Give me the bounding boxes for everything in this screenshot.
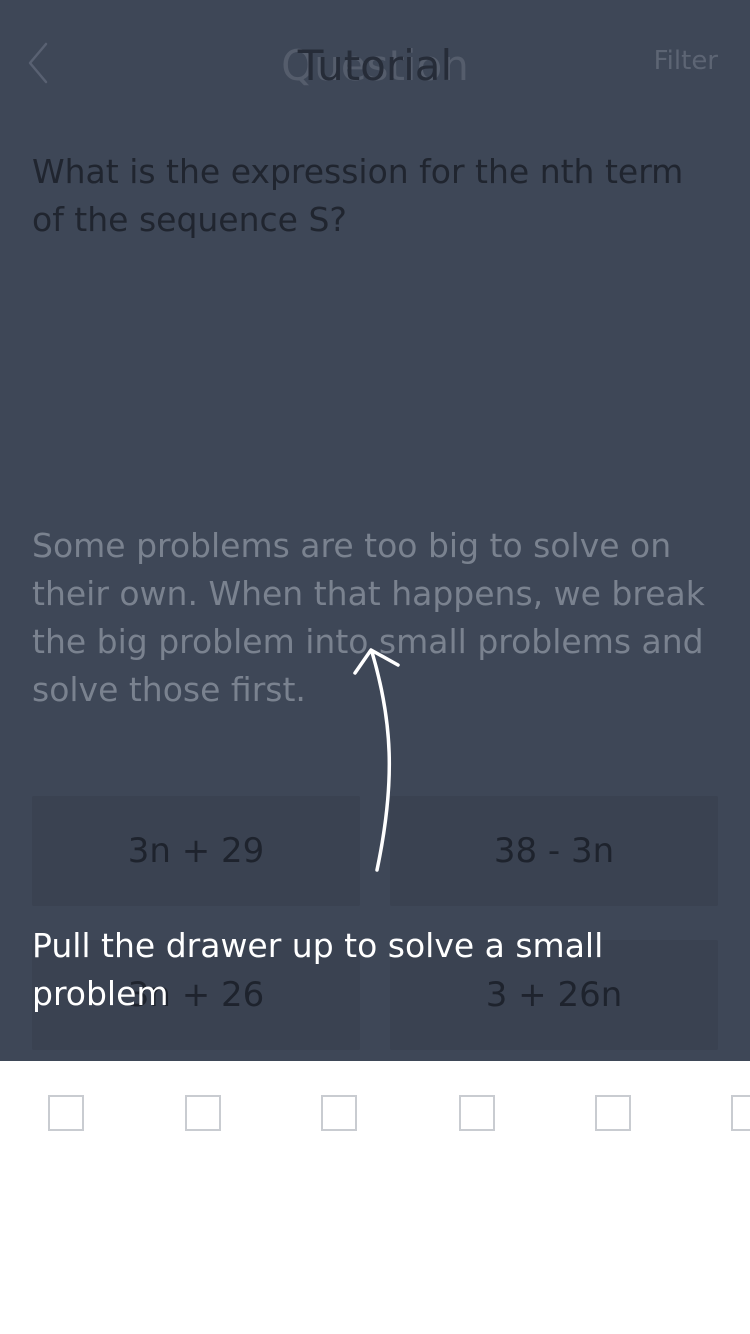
chevron-left-icon xyxy=(28,42,48,84)
question-text: What is the expression for the nth term … xyxy=(32,152,684,239)
drawer-slot[interactable] xyxy=(48,1095,84,1131)
drawer-slot[interactable] xyxy=(459,1095,495,1131)
back-button[interactable] xyxy=(24,38,64,88)
answer-option[interactable]: 38 - 3n xyxy=(390,796,718,906)
drawer-slot[interactable] xyxy=(595,1095,631,1131)
drawer-slot[interactable] xyxy=(321,1095,357,1131)
tutorial-hint: Pull the drawer up to solve a small prob… xyxy=(32,926,604,1013)
tutorial-overlay: Question Tutorial Filter What is the exp… xyxy=(0,0,750,1061)
curved-up-arrow-icon xyxy=(353,648,400,872)
drawer-slot[interactable] xyxy=(185,1095,221,1131)
answer-option[interactable]: 3n + 29 xyxy=(32,796,360,906)
drawer-slot[interactable] xyxy=(731,1095,750,1131)
page-title: Question Tutorial xyxy=(175,36,575,100)
filter-button[interactable]: Filter xyxy=(654,46,718,76)
drawer[interactable] xyxy=(0,1061,750,1334)
page-title-front: Tutorial xyxy=(297,41,453,90)
